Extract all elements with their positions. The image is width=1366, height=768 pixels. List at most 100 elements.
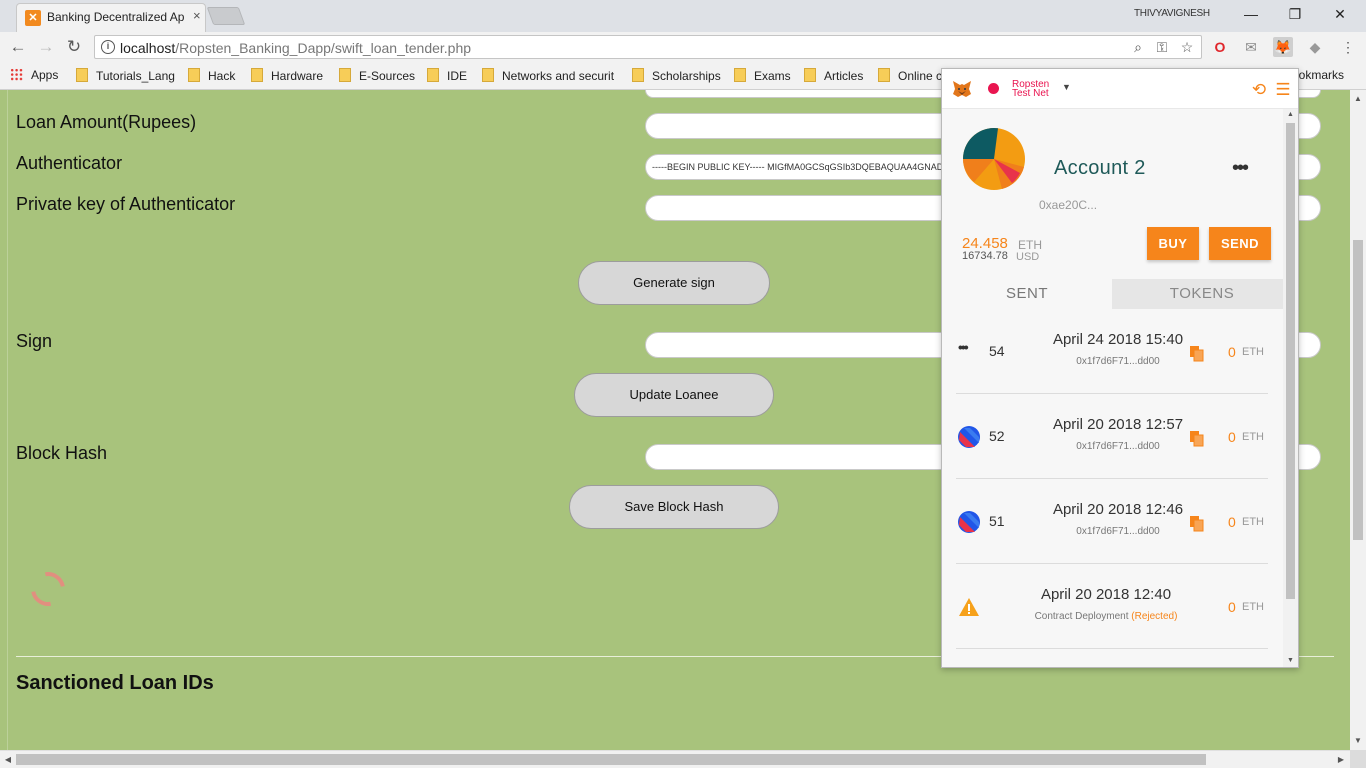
bookmark-folder[interactable]: Scholarships xyxy=(632,68,721,83)
account-options-icon[interactable]: ••• xyxy=(1232,157,1249,180)
transaction-nonce: 54 xyxy=(989,343,1005,359)
eth-unit: ETH xyxy=(1018,238,1042,252)
transaction-unit: ETH xyxy=(1242,516,1264,528)
hamburger-menu-icon[interactable]: ☰ xyxy=(1272,80,1294,100)
transaction-hash[interactable]: 0x1f7d6F71...dd00 xyxy=(1028,441,1208,452)
account-name[interactable]: Account 2 xyxy=(1054,157,1146,180)
metamask-popup: Ropsten Test Net ▼ ⟲ ☰ Account 2 ••• 0xae… xyxy=(941,68,1299,668)
xampp-favicon-icon: ✕ xyxy=(25,10,41,26)
reload-button[interactable]: ↻ xyxy=(64,37,84,57)
metamask-tabs: SENT TOKENS xyxy=(942,279,1283,309)
bookmark-folder[interactable]: Online c xyxy=(878,68,942,83)
folder-icon xyxy=(734,68,746,82)
bookmark-apps[interactable]: Apps xyxy=(10,68,58,82)
copy-icon[interactable] xyxy=(1189,430,1205,447)
scroll-up-arrow-icon[interactable]: ▲ xyxy=(1283,109,1298,121)
copy-icon[interactable] xyxy=(1189,345,1205,362)
account-avatar[interactable] xyxy=(962,127,1026,191)
transaction-row[interactable]: ••• 54 April 24 2018 15:40 0x1f7d6F71...… xyxy=(956,309,1268,394)
buy-button[interactable]: BUY xyxy=(1147,227,1199,260)
metamask-header: Ropsten Test Net ▼ ⟲ ☰ xyxy=(942,69,1298,109)
bookmark-folder[interactable]: E-Sources xyxy=(339,68,415,83)
tab-close-icon[interactable]: × xyxy=(193,8,201,23)
transaction-row[interactable]: April 20 2018 12:40 Contract Deployment … xyxy=(956,564,1268,649)
network-selector[interactable]: Ropsten Test Net xyxy=(1012,80,1049,99)
warning-icon xyxy=(959,598,979,616)
key-icon[interactable]: ⚿ xyxy=(1153,38,1171,56)
transaction-date: April 20 2018 12:46 xyxy=(1052,501,1184,518)
transaction-row[interactable]: 51 April 20 2018 12:46 0x1f7d6F71...dd00… xyxy=(956,479,1268,564)
update-loanee-button[interactable]: Update Loanee xyxy=(574,373,774,417)
metamask-scrollbar[interactable]: ▲ ▼ xyxy=(1283,109,1298,667)
folder-icon xyxy=(339,68,351,82)
tab-strip: ✕ Banking Decentralized Ap × THIVYAVIGNE… xyxy=(0,0,1366,32)
extension-icon[interactable]: ◆ xyxy=(1305,37,1325,57)
caret-down-icon[interactable]: ▼ xyxy=(1062,82,1071,92)
folder-icon xyxy=(188,68,200,82)
transaction-hash[interactable]: 0x1f7d6F71...dd00 xyxy=(1028,526,1208,537)
usd-balance: 16734.78 xyxy=(962,250,1008,262)
search-icon[interactable]: ⌕ xyxy=(1129,38,1147,56)
transaction-date: April 24 2018 15:40 xyxy=(1052,331,1184,348)
scroll-down-arrow-icon[interactable]: ▼ xyxy=(1283,655,1298,667)
bookmark-folder[interactable]: Exams xyxy=(734,68,791,83)
restore-button[interactable]: ❐ xyxy=(1280,4,1310,24)
opera-icon[interactable]: O xyxy=(1210,37,1230,57)
sign-label: Sign xyxy=(16,331,53,351)
usd-unit: USD xyxy=(1016,251,1040,263)
bookmark-folder[interactable]: IDE xyxy=(427,68,467,83)
account-switch-icon[interactable]: ⟲ xyxy=(1248,80,1270,100)
metamask-extension-icon[interactable]: 🦊 xyxy=(1273,37,1293,57)
transaction-nonce: 51 xyxy=(989,513,1005,529)
mail-extension-icon[interactable]: ✉ xyxy=(1241,37,1261,57)
scroll-thumb[interactable] xyxy=(1353,240,1363,540)
new-tab-button[interactable] xyxy=(206,7,246,25)
folder-icon xyxy=(632,68,644,82)
transaction-row[interactable]: 52 April 20 2018 12:57 0x1f7d6F71...dd00… xyxy=(956,394,1268,479)
send-button[interactable]: SEND xyxy=(1209,227,1271,260)
transaction-unit: ETH xyxy=(1242,601,1264,613)
metamask-fox-icon xyxy=(953,81,971,97)
network-status-dot[interactable] xyxy=(988,83,999,94)
url-text[interactable]: localhost/Ropsten_Banking_Dapp/swift_loa… xyxy=(120,40,471,56)
folder-icon xyxy=(482,68,494,82)
page-vertical-scrollbar[interactable]: ▲ ▼ xyxy=(1350,90,1366,750)
bookmark-folder[interactable]: Networks and securit xyxy=(482,68,614,83)
save-block-hash-button[interactable]: Save Block Hash xyxy=(569,485,779,529)
scroll-up-arrow-icon[interactable]: ▲ xyxy=(1350,92,1366,106)
apps-grid-icon xyxy=(10,68,23,81)
account-address[interactable]: 0xae20C... xyxy=(1039,198,1097,212)
transaction-unit: ETH xyxy=(1242,346,1264,358)
sanctioned-loans-heading: Sanctioned Loan IDs xyxy=(16,672,214,694)
close-window-button[interactable]: ✕ xyxy=(1325,4,1355,24)
tab-sent[interactable]: SENT xyxy=(942,279,1112,309)
site-info-icon[interactable]: i xyxy=(101,40,115,54)
transaction-date: April 20 2018 12:57 xyxy=(1052,416,1184,433)
minimize-button[interactable]: — xyxy=(1236,4,1266,24)
bookmark-folder[interactable]: Articles xyxy=(804,68,863,83)
browser-menu-icon[interactable]: ⋮ xyxy=(1338,37,1358,57)
contract-identicon-icon xyxy=(958,426,980,448)
back-button[interactable]: ← xyxy=(8,37,28,57)
loading-spinner-icon xyxy=(24,565,72,613)
window-user-name[interactable]: THIVYAVIGNESH xyxy=(1134,8,1210,19)
transaction-hash[interactable]: 0x1f7d6F71...dd00 xyxy=(1028,356,1208,367)
scroll-right-arrow-icon[interactable]: ▶ xyxy=(1334,753,1348,767)
copy-icon[interactable] xyxy=(1189,515,1205,532)
scroll-left-arrow-icon[interactable]: ◀ xyxy=(1,753,15,767)
transaction-nonce: 52 xyxy=(989,428,1005,444)
page-horizontal-scrollbar[interactable]: ◀ ▶ xyxy=(0,750,1350,768)
generate-sign-button[interactable]: Generate sign xyxy=(578,261,770,305)
browser-tab[interactable]: ✕ Banking Decentralized Ap × xyxy=(16,3,206,32)
address-bar[interactable]: i localhost/Ropsten_Banking_Dapp/swift_l… xyxy=(94,35,1202,59)
horizontal-scroll-thumb[interactable] xyxy=(16,754,1206,765)
metamask-scroll-thumb[interactable] xyxy=(1286,123,1295,599)
bookmark-folder[interactable]: Hardware xyxy=(251,68,323,83)
forward-button[interactable]: → xyxy=(36,37,56,57)
transaction-amount: 0 xyxy=(1228,429,1236,445)
bookmark-folder[interactable]: Hack xyxy=(188,68,235,83)
star-icon[interactable]: ☆ xyxy=(1178,38,1196,56)
tab-tokens[interactable]: TOKENS xyxy=(1117,279,1287,309)
scroll-down-arrow-icon[interactable]: ▼ xyxy=(1350,734,1366,748)
bookmark-folder[interactable]: Tutorials_Lang xyxy=(76,68,175,83)
